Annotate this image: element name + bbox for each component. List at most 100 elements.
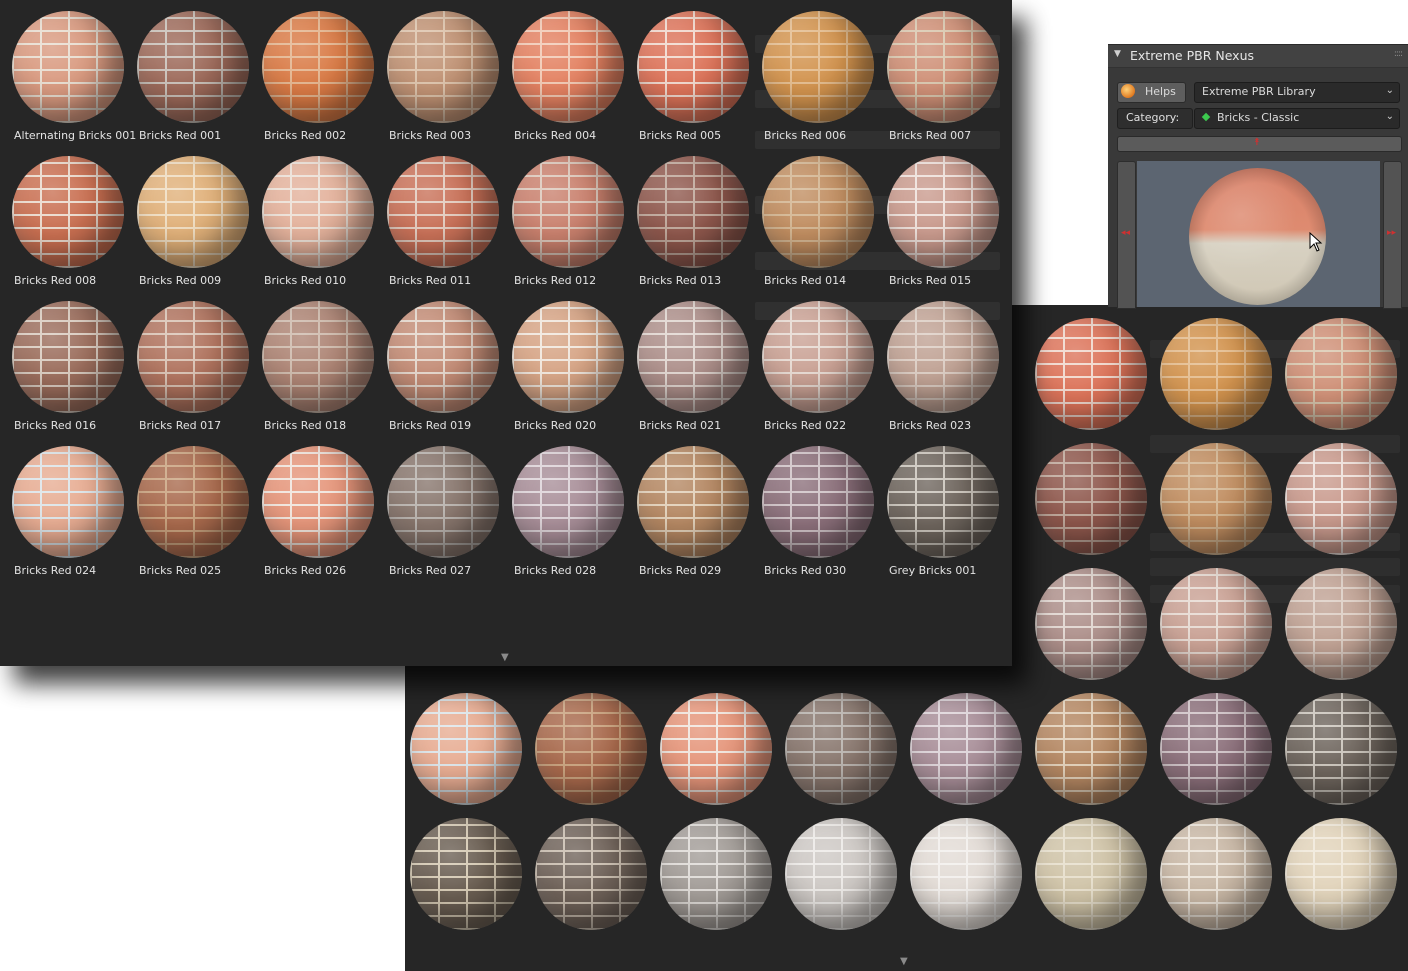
library-dropdown[interactable]: Extreme PBR Library ⌄: [1194, 82, 1400, 103]
material-thumbnail[interactable]: [762, 11, 874, 123]
material-thumbnail[interactable]: [262, 446, 374, 558]
back-material-thumbnail[interactable]: [1035, 568, 1147, 680]
material-item[interactable]: Bricks Red 022: [750, 290, 875, 435]
material-item[interactable]: Bricks Red 019: [375, 290, 500, 435]
material-thumbnail[interactable]: [12, 11, 124, 123]
material-item[interactable]: Bricks Red 014: [750, 145, 875, 290]
material-thumbnail[interactable]: [12, 301, 124, 413]
material-thumbnail[interactable]: [262, 11, 374, 123]
material-item[interactable]: Bricks Red 009: [125, 145, 250, 290]
material-thumbnail[interactable]: [387, 11, 499, 123]
back-material-thumbnail[interactable]: [1285, 818, 1397, 930]
back-material-thumbnail[interactable]: [1160, 568, 1272, 680]
panel-header[interactable]: ▼ Extreme PBR Nexus ::::: [1108, 45, 1408, 68]
back-material-thumbnail[interactable]: [410, 818, 522, 930]
material-item[interactable]: Bricks Red 023: [875, 290, 1000, 435]
back-material-thumbnail[interactable]: [1285, 443, 1397, 555]
material-thumbnail[interactable]: [637, 446, 749, 558]
back-material-thumbnail[interactable]: [1035, 318, 1147, 430]
material-item[interactable]: Bricks Red 018: [250, 290, 375, 435]
back-material-thumbnail[interactable]: [785, 818, 897, 930]
material-item[interactable]: Bricks Red 015: [875, 145, 1000, 290]
material-thumbnail[interactable]: [637, 301, 749, 413]
back-material-thumbnail[interactable]: [1285, 318, 1397, 430]
back-material-thumbnail[interactable]: [1160, 818, 1272, 930]
back-material-thumbnail[interactable]: [1035, 443, 1147, 555]
material-item[interactable]: Bricks Red 003: [375, 0, 500, 145]
material-thumbnail[interactable]: [137, 446, 249, 558]
back-material-thumbnail[interactable]: [535, 818, 647, 930]
material-item[interactable]: Bricks Red 010: [250, 145, 375, 290]
back-material-thumbnail[interactable]: [785, 693, 897, 805]
material-item[interactable]: Bricks Red 005: [625, 0, 750, 145]
back-material-thumbnail[interactable]: [1285, 568, 1397, 680]
material-thumbnail[interactable]: [762, 446, 874, 558]
helps-button[interactable]: Helps: [1117, 82, 1186, 103]
material-item[interactable]: Bricks Red 030: [750, 435, 875, 580]
material-item[interactable]: Bricks Red 011: [375, 145, 500, 290]
material-item[interactable]: Alternating Bricks 001: [0, 0, 136, 145]
material-item[interactable]: Bricks Red 002: [250, 0, 375, 145]
material-thumbnail[interactable]: [387, 301, 499, 413]
material-thumbnail[interactable]: [262, 301, 374, 413]
material-thumbnail[interactable]: [762, 156, 874, 268]
material-thumbnail[interactable]: [512, 301, 624, 413]
material-thumbnail[interactable]: [512, 446, 624, 558]
back-material-thumbnail[interactable]: [660, 693, 772, 805]
material-item[interactable]: Bricks Red 027: [375, 435, 500, 580]
material-thumbnail[interactable]: [887, 156, 999, 268]
material-item[interactable]: Bricks Red 004: [500, 0, 625, 145]
material-thumbnail[interactable]: [887, 301, 999, 413]
back-material-thumbnail[interactable]: [535, 693, 647, 805]
back-material-thumbnail[interactable]: [1160, 443, 1272, 555]
collapse-preview-bar[interactable]: ⯭: [1117, 136, 1402, 152]
material-item[interactable]: Bricks Red 024: [0, 435, 125, 580]
material-item[interactable]: Bricks Red 016: [0, 290, 125, 435]
collapse-triangle-icon[interactable]: ▼: [1114, 49, 1121, 59]
material-item[interactable]: Bricks Red 013: [625, 145, 750, 290]
back-material-thumbnail[interactable]: [910, 693, 1022, 805]
material-thumbnail[interactable]: [12, 156, 124, 268]
back-material-thumbnail[interactable]: [660, 818, 772, 930]
material-thumbnail[interactable]: [887, 446, 999, 558]
material-thumbnail[interactable]: [887, 11, 999, 123]
back-material-thumbnail[interactable]: [410, 693, 522, 805]
material-thumbnail[interactable]: [137, 11, 249, 123]
material-item[interactable]: Bricks Red 008: [0, 145, 125, 290]
material-thumbnail[interactable]: [637, 156, 749, 268]
material-thumbnail[interactable]: [12, 446, 124, 558]
material-thumbnail[interactable]: [137, 156, 249, 268]
material-thumbnail[interactable]: [387, 446, 499, 558]
material-item[interactable]: Grey Bricks 001: [875, 435, 1000, 580]
material-thumbnail[interactable]: [762, 301, 874, 413]
material-item[interactable]: Bricks Red 029: [625, 435, 750, 580]
scroll-down-icon[interactable]: ▼: [501, 653, 509, 663]
material-thumbnail[interactable]: [512, 11, 624, 123]
material-item[interactable]: Bricks Red 020: [500, 290, 625, 435]
material-item[interactable]: Bricks Red 001: [125, 0, 250, 145]
scroll-down-icon[interactable]: ▼: [900, 957, 908, 967]
material-item[interactable]: Bricks Red 026: [250, 435, 375, 580]
material-item[interactable]: Bricks Red 006: [750, 0, 875, 145]
material-thumbnail[interactable]: [262, 156, 374, 268]
back-material-thumbnail[interactable]: [1035, 693, 1147, 805]
next-material-button[interactable]: ▸▸: [1383, 161, 1402, 309]
drag-grip-icon[interactable]: ::::: [1394, 49, 1403, 59]
back-material-thumbnail[interactable]: [1285, 693, 1397, 805]
material-item[interactable]: Bricks Red 012: [500, 145, 625, 290]
material-thumbnail[interactable]: [512, 156, 624, 268]
material-item[interactable]: Bricks Red 017: [125, 290, 250, 435]
back-material-thumbnail[interactable]: [1160, 693, 1272, 805]
previous-material-button[interactable]: ◂◂: [1117, 161, 1136, 309]
material-thumbnail[interactable]: [637, 11, 749, 123]
material-item[interactable]: Bricks Red 021: [625, 290, 750, 435]
material-item[interactable]: Bricks Red 028: [500, 435, 625, 580]
material-item[interactable]: Bricks Red 007: [875, 0, 1000, 145]
back-material-thumbnail[interactable]: [910, 818, 1022, 930]
back-material-thumbnail[interactable]: [1160, 318, 1272, 430]
back-material-thumbnail[interactable]: [1035, 818, 1147, 930]
category-dropdown[interactable]: Bricks - Classic ⌄: [1194, 108, 1400, 129]
material-item[interactable]: Bricks Red 025: [125, 435, 250, 580]
material-thumbnail[interactable]: [387, 156, 499, 268]
material-preview[interactable]: [1137, 161, 1380, 307]
